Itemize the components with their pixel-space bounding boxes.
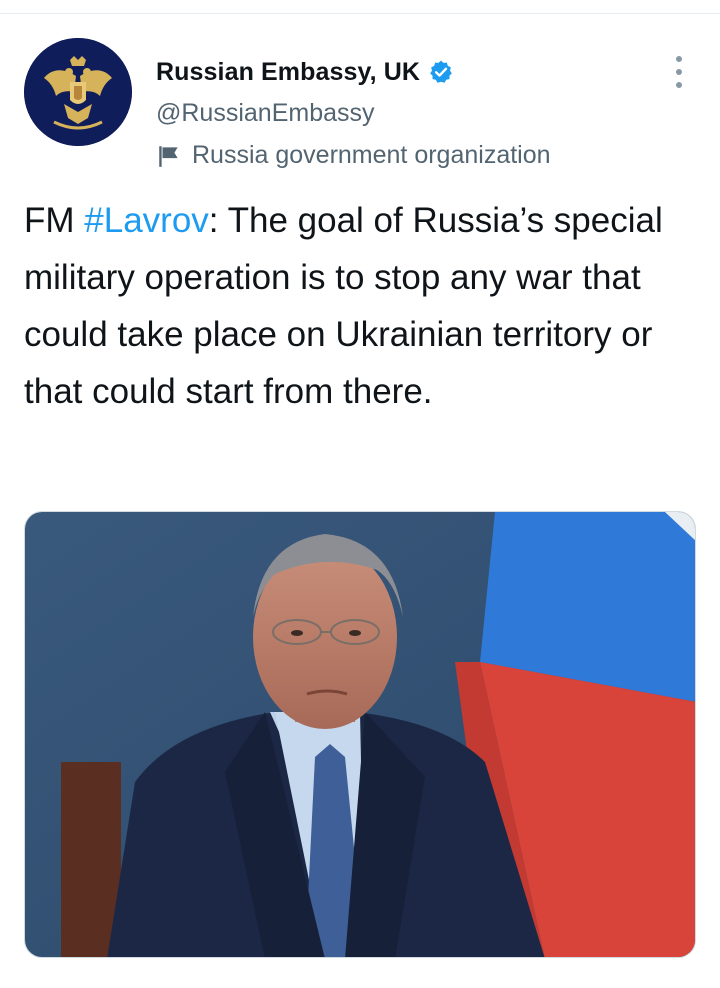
avatar[interactable]: [24, 38, 132, 146]
more-dot: [676, 56, 682, 62]
tweet-text-prefix: FM: [24, 201, 85, 240]
portrait-photo: [25, 512, 695, 957]
more-dot: [676, 69, 682, 75]
tweet-text: FM #Lavrov: The goal of Russia’s special…: [24, 192, 696, 420]
affiliation-label[interactable]: Russia government organization: [156, 141, 551, 170]
more-options-icon[interactable]: [662, 56, 696, 88]
affiliation-text: Russia government organization: [192, 141, 551, 169]
more-dot: [676, 82, 682, 88]
hashtag-link[interactable]: #Lavrov: [84, 201, 209, 240]
top-divider: [0, 13, 720, 14]
flag-icon: [159, 145, 178, 167]
coat-of-arms-icon: [24, 38, 132, 146]
author-handle[interactable]: @RussianEmbassy: [156, 99, 375, 128]
author-display-name[interactable]: Russian Embassy, UK: [156, 58, 420, 87]
author-row: Russian Embassy, UK: [156, 54, 454, 90]
verified-badge-icon: [430, 60, 452, 83]
tweet-photo[interactable]: [24, 511, 696, 958]
